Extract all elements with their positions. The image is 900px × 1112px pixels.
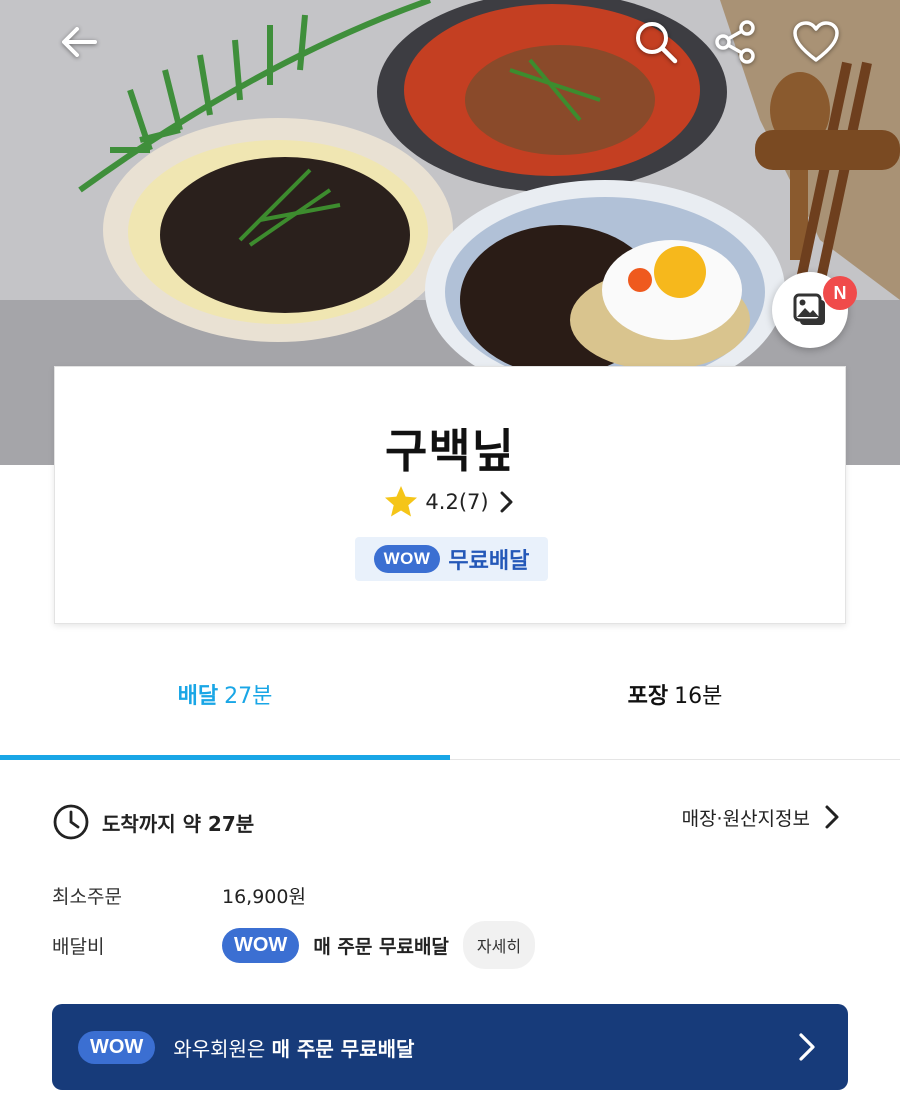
wow-badge: WOW: [222, 927, 300, 963]
clock-icon: [53, 804, 89, 840]
eta-text: 도착까지 약 27분: [102, 811, 255, 836]
delivery-fee-row: WOW 매 주문 무료배달 자세히: [222, 921, 536, 969]
delivery-mode-tabs: 배달 27분 포장 16분: [0, 628, 900, 760]
chevron-right-icon: [825, 805, 839, 829]
wow-badge: WOW: [78, 1030, 156, 1064]
share-icon: [715, 20, 755, 64]
free-delivery-label: 무료배달: [448, 549, 530, 574]
tab-delivery-time: 27분: [224, 684, 273, 709]
chevron-right-icon: [500, 491, 513, 513]
store-name: 구백닢: [385, 424, 515, 478]
delivery-fee-label: 배달비: [52, 936, 105, 958]
chevron-right-icon: [799, 1033, 815, 1061]
store-info-label: 매장·원산지정보: [681, 807, 810, 830]
share-button[interactable]: [712, 18, 760, 66]
eta-row: 도착까지 약 27분: [52, 803, 254, 841]
tab-delivery[interactable]: 배달 27분: [0, 628, 450, 760]
banner-text: 와우회원은 매 주문 무료배달: [173, 1033, 414, 1062]
star-icon: [385, 486, 418, 517]
new-badge: N: [823, 276, 857, 310]
tab-pickup-time: 16분: [674, 684, 723, 709]
detail-button[interactable]: 자세히: [462, 921, 536, 969]
heart-icon: [793, 21, 839, 62]
min-order-value: 16,900원: [222, 886, 306, 908]
search-icon: [636, 22, 678, 64]
tab-pickup[interactable]: 포장 16분: [450, 628, 900, 760]
store-info-link[interactable]: 매장·원산지정보: [682, 803, 842, 831]
back-arrow-icon: [62, 27, 97, 57]
favorite-button[interactable]: [792, 18, 840, 66]
rating-value: 4.2(7): [425, 490, 489, 514]
active-tab-indicator: [0, 755, 450, 760]
search-button[interactable]: [632, 18, 680, 66]
store-card: 구백닢 4.2(7) WOW 무료배달: [54, 366, 846, 624]
tab-pickup-label: 포장: [627, 684, 669, 709]
delivery-fee-value: 매 주문 무료배달: [313, 935, 449, 958]
rating-row[interactable]: 4.2(7): [55, 485, 845, 519]
wow-free-delivery-badge: WOW 무료배달: [355, 537, 548, 581]
tab-delivery-label: 배달: [177, 684, 219, 709]
banner-text-bold: 매 주문 무료배달: [271, 1036, 415, 1061]
min-order-label: 최소주문: [52, 886, 122, 908]
back-button[interactable]: [55, 18, 103, 66]
wow-membership-banner[interactable]: WOW 와우회원은 매 주문 무료배달: [52, 1004, 848, 1090]
banner-text-prefix: 와우회원은: [173, 1036, 266, 1061]
wow-badge: WOW: [373, 545, 441, 573]
